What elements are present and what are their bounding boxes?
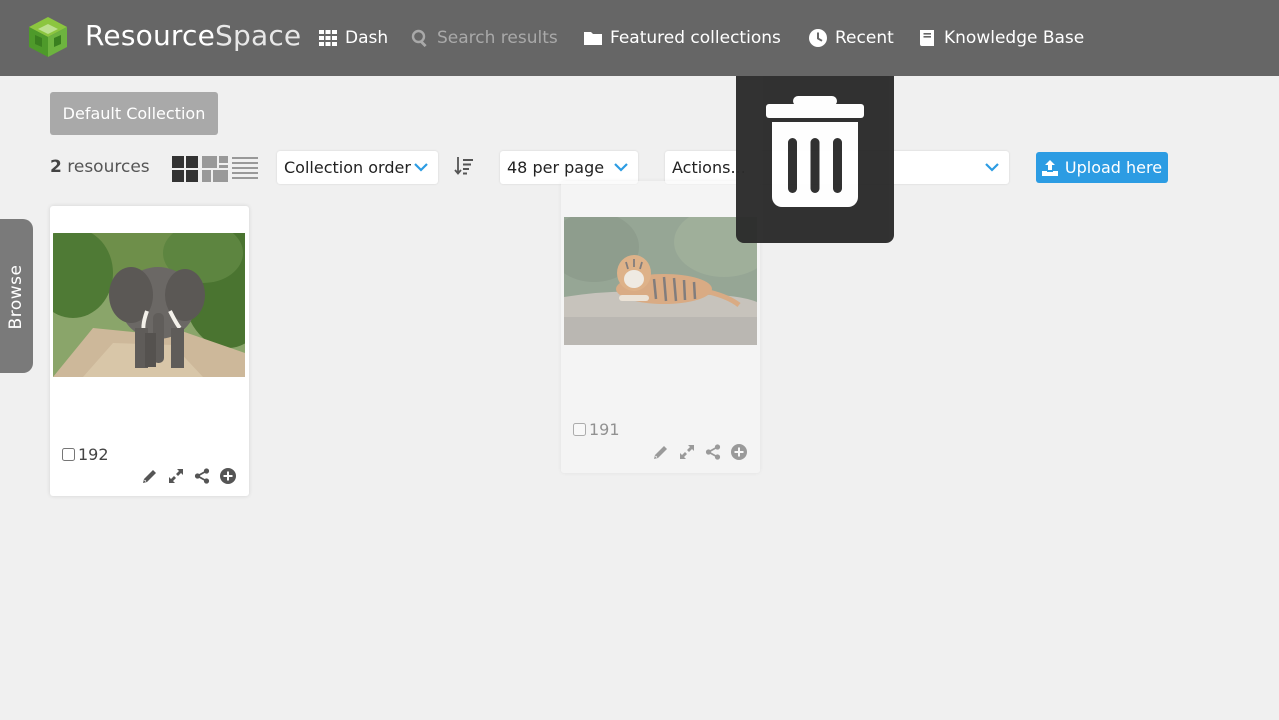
resource-ref-number: 192	[78, 445, 109, 464]
trash-drop-zone[interactable]	[736, 76, 894, 243]
browse-side-tab[interactable]: Browse	[0, 219, 33, 373]
tiger-photo[interactable]	[564, 217, 757, 345]
nav-featured-collections[interactable]: Featured collections	[584, 27, 781, 49]
top-header: ResourceSpace Dash Search results Featur…	[0, 0, 1279, 76]
small-thumbs-icon[interactable]	[202, 156, 228, 182]
resource-card-dragging[interactable]: 191	[561, 181, 760, 473]
resource-count-number: 2	[50, 157, 62, 177]
share-icon[interactable]	[194, 468, 210, 484]
resource-select-checkbox[interactable]	[573, 423, 586, 436]
upload-icon	[1041, 159, 1058, 176]
grid-icon	[319, 30, 337, 46]
book-icon	[920, 30, 934, 46]
resourcespace-logo[interactable]	[27, 16, 69, 58]
nav-search-results-label: Search results	[437, 28, 558, 48]
expand-icon[interactable]	[679, 444, 695, 460]
resource-tools	[653, 444, 747, 460]
per-page-select[interactable]: 48 per page	[500, 151, 638, 184]
brand-primary: Resource	[85, 19, 216, 52]
chevron-down-icon	[614, 163, 628, 172]
list-view-icon[interactable]	[232, 156, 258, 182]
nav-knowledge-base[interactable]: Knowledge Base	[918, 27, 1084, 49]
edit-pencil-icon[interactable]	[142, 468, 158, 484]
elephant-photo[interactable]	[53, 233, 245, 377]
trash-icon	[766, 96, 864, 207]
chevron-down-icon	[985, 163, 999, 172]
per-page-value: 48 per page	[507, 158, 605, 177]
resource-count: 2 resources	[50, 157, 150, 177]
actions-value: Actions...	[672, 158, 746, 177]
resource-tools	[142, 468, 236, 484]
large-thumbs-icon[interactable]	[172, 156, 198, 182]
resource-ref: 191	[573, 420, 620, 439]
default-collection-button[interactable]: Default Collection	[50, 92, 218, 135]
edit-pencil-icon[interactable]	[653, 444, 669, 460]
brand-name[interactable]: ResourceSpace	[85, 19, 301, 52]
upload-here-button[interactable]: Upload here	[1036, 152, 1168, 183]
nav-search-results[interactable]: Search results	[411, 27, 558, 49]
resource-ref-number: 191	[589, 420, 620, 439]
nav-knowledge-base-label: Knowledge Base	[944, 28, 1085, 48]
resource-select-checkbox[interactable]	[62, 448, 75, 461]
nav-dash[interactable]: Dash	[319, 27, 388, 49]
add-to-collection-icon[interactable]	[220, 468, 236, 484]
resource-ref: 192	[62, 445, 109, 464]
resource-card[interactable]: 192	[50, 206, 249, 496]
folder-icon	[584, 32, 602, 45]
search-icon	[411, 29, 427, 47]
sort-direction-icon[interactable]	[454, 156, 474, 176]
add-to-collection-icon[interactable]	[731, 444, 747, 460]
brand-secondary: Space	[215, 19, 302, 52]
collection-order-select[interactable]: Collection order	[277, 151, 438, 184]
resource-count-suffix: resources	[61, 157, 150, 177]
upload-here-label: Upload here	[1064, 158, 1163, 177]
nav-dash-label: Dash	[345, 28, 389, 48]
chevron-down-icon	[414, 163, 428, 172]
nav-recent-label: Recent	[835, 28, 894, 48]
expand-icon[interactable]	[168, 468, 184, 484]
nav-featured-collections-label: Featured collections	[610, 28, 781, 48]
clock-icon	[809, 29, 827, 47]
share-icon[interactable]	[705, 444, 721, 460]
browse-label: Browse	[6, 264, 26, 330]
collection-order-value: Collection order	[284, 158, 411, 177]
nav-recent[interactable]: Recent	[809, 27, 894, 49]
